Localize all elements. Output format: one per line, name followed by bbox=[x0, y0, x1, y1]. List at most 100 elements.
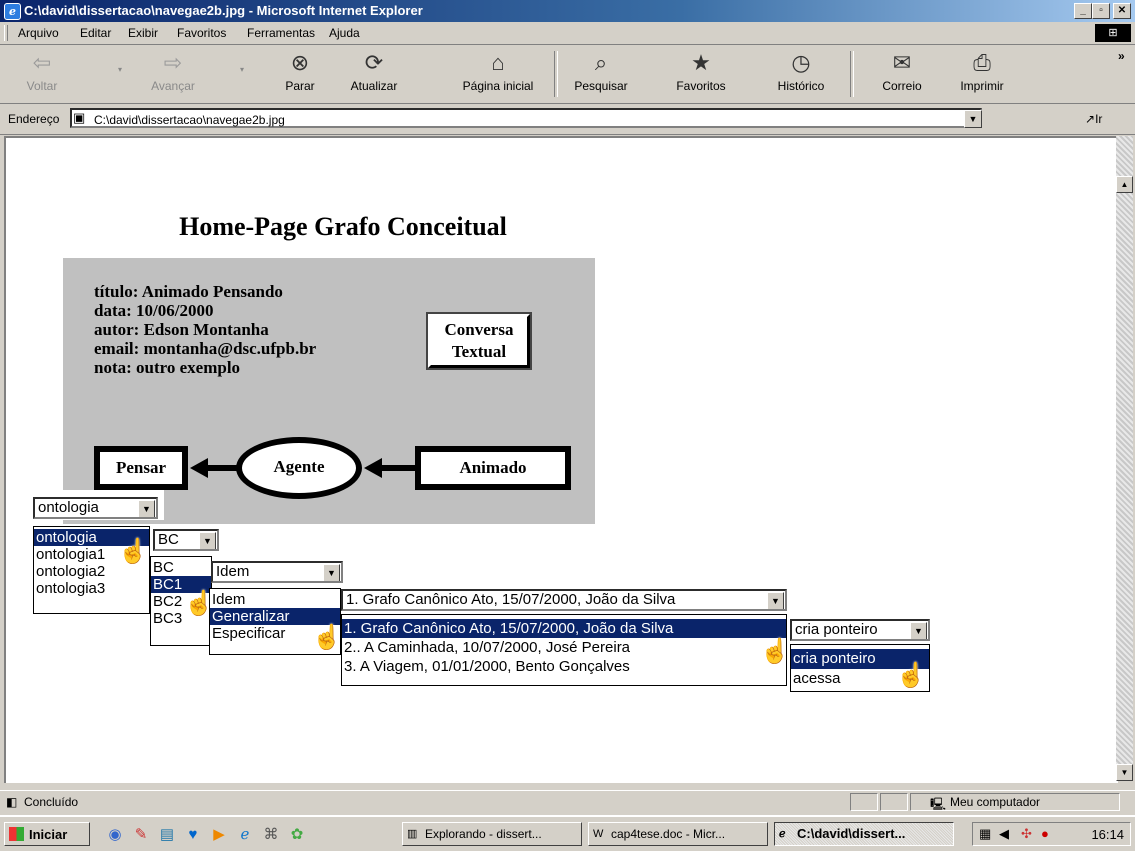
metadata-block: título: Animado Pensando data: 10/06/200… bbox=[94, 282, 316, 377]
scroll-up-icon[interactable]: ▲ bbox=[1116, 176, 1133, 193]
close-button[interactable]: ✕ bbox=[1113, 3, 1131, 19]
ontologia-option[interactable]: ontologia3 bbox=[34, 580, 149, 597]
refresh-button[interactable]: ⟳ Atualizar bbox=[340, 49, 408, 93]
status-bar: ◧ Concluído 🖳 Meu computador bbox=[0, 790, 1135, 813]
ie-quick-launch-icon[interactable]: ℯ bbox=[236, 826, 254, 844]
back-dropdown-icon[interactable]: ▾ bbox=[118, 65, 122, 74]
back-label: Voltar bbox=[26, 79, 58, 93]
mail-label: Correio bbox=[882, 79, 922, 93]
taskbar: Iniciar ◉ ✎ ▤ ♥ ▶ ℯ ⌘ ✿ ▥ Explorando - di… bbox=[0, 815, 1135, 851]
task-label: cap4tese.doc - Micr... bbox=[611, 827, 726, 841]
task-explorando[interactable]: ▥ Explorando - dissert... bbox=[402, 822, 582, 846]
task-ie-navegae2b[interactable]: ℯ C:\david\dissert... bbox=[774, 822, 954, 846]
tray-app-icon[interactable]: ● bbox=[1041, 826, 1049, 841]
menu-ajuda[interactable]: Ajuda bbox=[329, 26, 360, 40]
quick-launch-icon[interactable]: ✿ bbox=[288, 826, 306, 844]
ontologia-option[interactable]: ontologia2 bbox=[34, 563, 149, 580]
windows-logo-icon: ⊞ bbox=[1095, 24, 1131, 42]
desktop-icon[interactable]: ◉ bbox=[106, 826, 124, 844]
hand-cursor-icon: ☝ bbox=[118, 538, 148, 565]
forward-dropdown-icon[interactable]: ▾ bbox=[240, 65, 244, 74]
meta-email: email: montanha@dsc.ufpb.br bbox=[94, 339, 317, 358]
relacao-option[interactable]: Idem bbox=[210, 591, 340, 608]
hand-cursor-icon: ☝ bbox=[896, 662, 926, 689]
menu-exibir[interactable]: Exibir bbox=[128, 26, 158, 40]
node-agente[interactable]: Agente bbox=[236, 437, 362, 499]
bc-select[interactable]: BC ▼ bbox=[153, 529, 219, 551]
meta-autor: autor: Edson Montanha bbox=[94, 320, 269, 339]
stop-button[interactable]: ⊗ Parar bbox=[278, 49, 322, 93]
back-button[interactable]: ⇦ Voltar bbox=[18, 49, 66, 93]
home-button[interactable]: ⌂ Página inicial bbox=[450, 49, 546, 93]
node-animado[interactable]: Animado bbox=[415, 446, 571, 490]
vertical-scrollbar[interactable]: ▲ ▼ bbox=[1116, 136, 1133, 781]
ie-icon: ℯ bbox=[779, 828, 786, 840]
tray-app-icon[interactable]: ✣ bbox=[1021, 826, 1032, 842]
chevron-down-icon[interactable]: ▼ bbox=[910, 622, 927, 639]
refresh-icon: ⟳ bbox=[364, 50, 384, 75]
status-pane bbox=[880, 793, 908, 811]
clock: 16:14 bbox=[1091, 827, 1124, 842]
print-button[interactable]: ⎙ Imprimir bbox=[950, 49, 1014, 93]
menu-editar[interactable]: Editar bbox=[80, 26, 111, 40]
home-label: Página inicial bbox=[462, 79, 534, 93]
address-input[interactable]: C:\david\dissertacao\navegae2b.jpg bbox=[70, 108, 982, 128]
menu-favoritos[interactable]: Favoritos bbox=[177, 26, 226, 40]
chevron-down-icon[interactable]: ▼ bbox=[199, 532, 216, 549]
chevron-down-icon[interactable]: ▼ bbox=[323, 564, 340, 581]
go-label: Ir bbox=[1095, 112, 1103, 126]
quick-launch-icon[interactable]: ▶ bbox=[210, 826, 228, 844]
system-tray: ▦ ◀ ✣ ● 16:14 bbox=[972, 822, 1131, 846]
scroll-down-icon[interactable]: ▼ bbox=[1116, 764, 1133, 781]
menu-ferramentas[interactable]: Ferramentas bbox=[247, 26, 315, 40]
acao-select[interactable]: cria ponteiro ▼ bbox=[790, 619, 930, 641]
conversa-textual-button[interactable]: Conversa Textual bbox=[426, 312, 532, 370]
address-label: Endereço bbox=[8, 112, 60, 126]
grafo-option[interactable]: 2.. A Caminhada, 10/07/2000, José Pereir… bbox=[342, 638, 786, 657]
history-button[interactable]: ◷ Histórico bbox=[766, 49, 836, 93]
ontologia-select-value: ontologia bbox=[38, 499, 99, 516]
relacao-option[interactable]: Generalizar bbox=[210, 608, 340, 625]
title-bar[interactable]: e C:\david\dissertacao\navegae2b.jpg - M… bbox=[0, 0, 1135, 22]
favorites-label: Favoritos bbox=[676, 79, 726, 93]
forward-arrow-icon: ⇨ bbox=[163, 50, 183, 75]
go-button[interactable]: ↗Ir bbox=[1085, 112, 1102, 126]
grafo-option[interactable]: 3. A Viagem, 01/01/2000, Bento Gonçalves bbox=[342, 657, 786, 676]
quick-launch-icon[interactable]: ⌘ bbox=[262, 826, 280, 844]
forward-label: Avançar bbox=[151, 79, 195, 93]
computer-icon: 🖳 bbox=[930, 797, 947, 811]
chevron-down-icon[interactable]: ▼ bbox=[767, 592, 784, 609]
forward-button[interactable]: ⇨ Avançar bbox=[140, 49, 206, 93]
quick-launch-icon[interactable]: ♥ bbox=[184, 826, 202, 844]
minimize-button[interactable]: _ bbox=[1074, 3, 1092, 19]
network-icon[interactable]: ▦ bbox=[979, 826, 991, 842]
address-dropdown-icon[interactable]: ▼ bbox=[964, 110, 982, 128]
task-cap4tese[interactable]: Wcap4tese.doc - Micr... bbox=[588, 822, 768, 846]
favorites-button[interactable]: ★ Favoritos bbox=[666, 49, 736, 93]
status-zone: Meu computador bbox=[950, 795, 1041, 809]
page-file-icon: ▣ bbox=[73, 110, 86, 125]
node-pensar[interactable]: Pensar bbox=[94, 446, 188, 490]
go-arrow-icon: ↗ bbox=[1085, 112, 1096, 126]
page-done-icon: ◧ bbox=[6, 795, 18, 809]
search-icon: ⌕ bbox=[594, 50, 608, 75]
bc-option[interactable]: BC bbox=[151, 559, 211, 576]
volume-icon[interactable]: ◀ bbox=[999, 826, 1009, 842]
quick-launch-icon[interactable]: ✎ bbox=[132, 826, 150, 844]
stop-label: Parar bbox=[285, 79, 315, 93]
window-title: C:\david\dissertacao\navegae2b.jpg - Mic… bbox=[24, 3, 423, 18]
mail-button[interactable]: ✉ Correio bbox=[870, 49, 934, 93]
search-button[interactable]: ⌕ Pesquisar bbox=[566, 49, 636, 93]
task-label: C:\david\dissert... bbox=[797, 826, 906, 841]
ontologia-select[interactable]: ontologia ▼ bbox=[33, 497, 158, 519]
arrowhead-pensar-icon bbox=[190, 458, 208, 478]
toolbar-overflow-icon[interactable]: » bbox=[1118, 49, 1125, 63]
menu-arquivo[interactable]: Arquivo bbox=[18, 26, 59, 40]
grafo-option[interactable]: 1. Grafo Canônico Ato, 15/07/2000, João … bbox=[342, 619, 786, 638]
start-button[interactable]: Iniciar bbox=[4, 822, 90, 846]
grafo-select[interactable]: 1. Grafo Canônico Ato, 15/07/2000, João … bbox=[341, 589, 787, 611]
chevron-down-icon[interactable]: ▼ bbox=[138, 500, 155, 517]
relacao-select[interactable]: Idem ▼ bbox=[211, 561, 343, 583]
maximize-button[interactable]: ▫ bbox=[1092, 3, 1110, 19]
quick-launch-icon[interactable]: ▤ bbox=[158, 826, 176, 844]
